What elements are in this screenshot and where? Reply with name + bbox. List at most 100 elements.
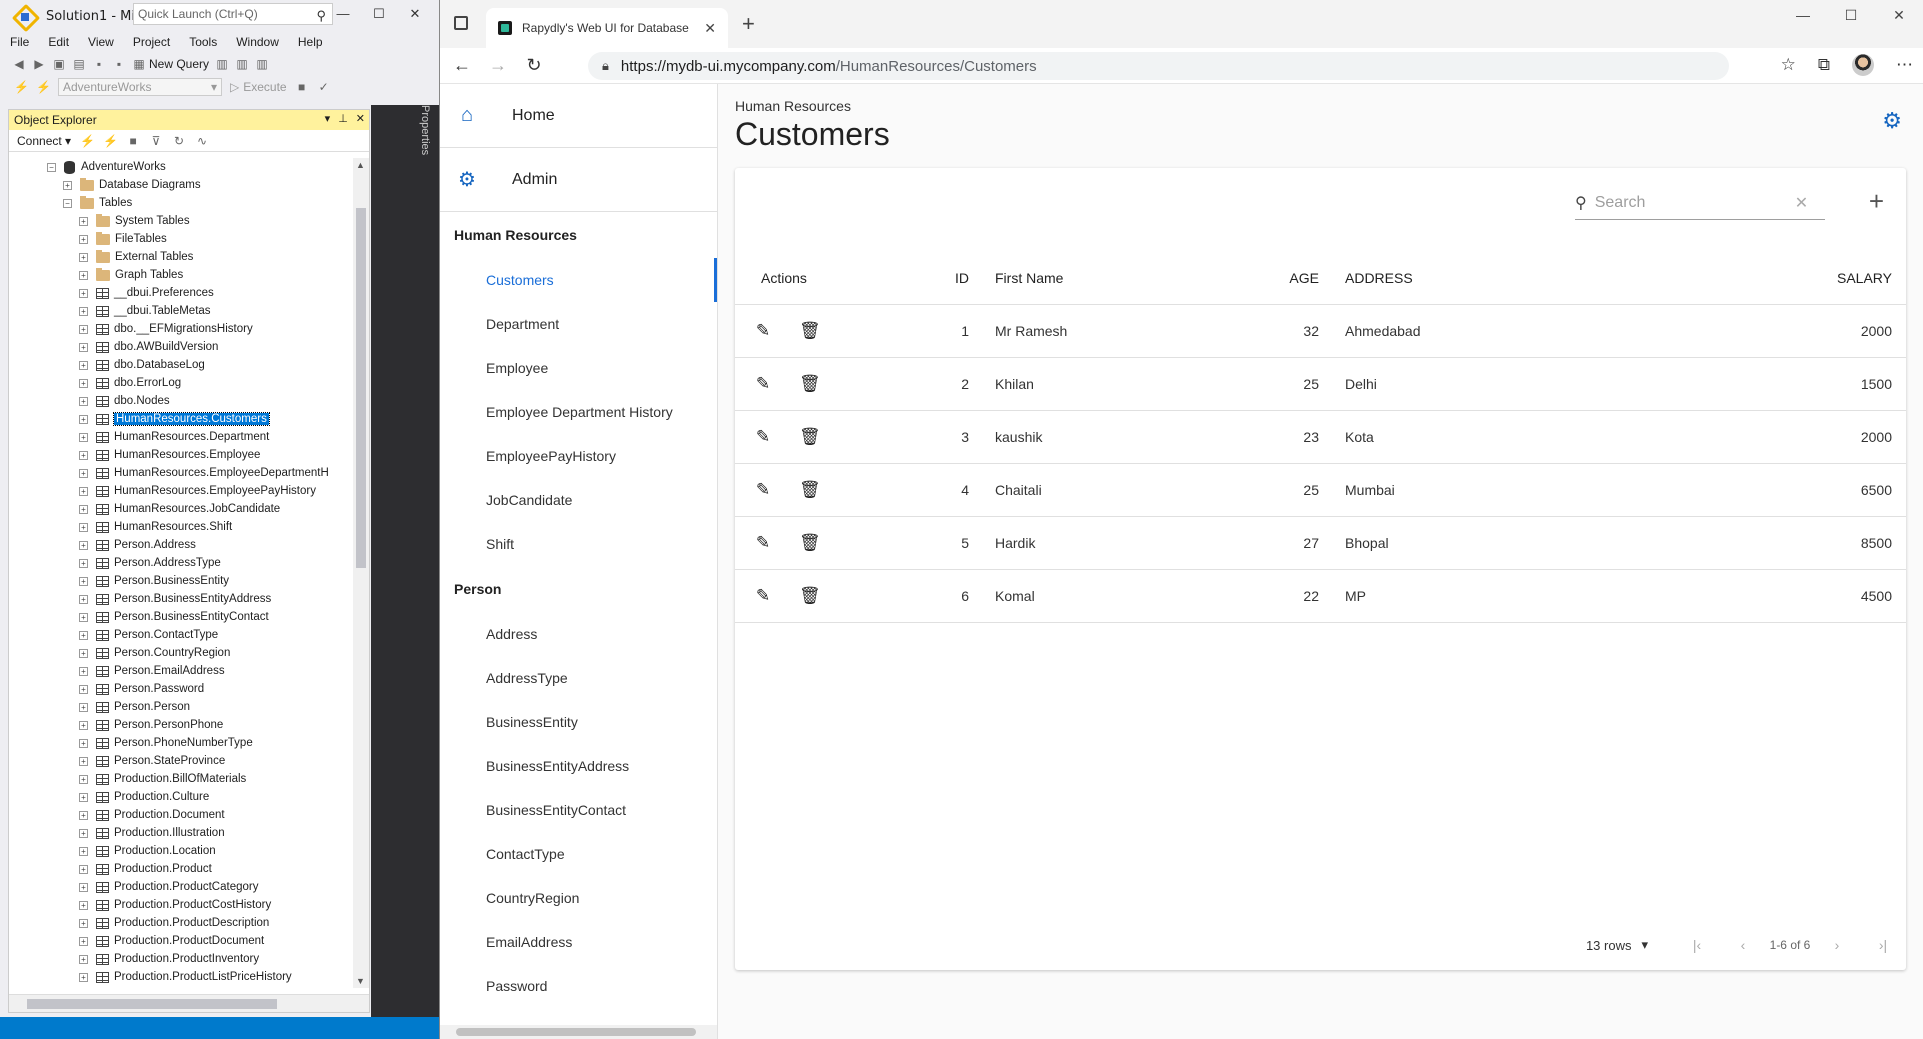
sidebar-item-employee[interactable]: Employee	[440, 346, 717, 390]
expand-toggle-icon[interactable]: −	[47, 162, 56, 172]
column-header-age[interactable]: AGE	[1259, 252, 1319, 305]
new-query-button[interactable]: ▦ New Query	[132, 57, 209, 71]
tree-node[interactable]: + HumanResources.Customers	[9, 410, 353, 428]
tree-node[interactable]: + Person.Person	[9, 698, 353, 716]
expand-toggle-icon[interactable]: +	[79, 666, 88, 676]
tree-node[interactable]: + Person.ContactType	[9, 626, 353, 644]
expand-toggle-icon[interactable]: +	[79, 630, 88, 640]
back-arrow-icon[interactable]: ←	[444, 55, 480, 76]
forward-icon[interactable]: ▶	[32, 57, 46, 71]
expand-toggle-icon[interactable]: +	[79, 432, 88, 442]
maximize-icon[interactable]: ☐	[361, 0, 397, 28]
tree-node[interactable]: + Graph Tables	[9, 266, 353, 284]
expand-toggle-icon[interactable]: +	[79, 378, 88, 388]
save-all-icon[interactable]: ▪	[112, 57, 126, 71]
expand-toggle-icon[interactable]: +	[79, 468, 88, 478]
minimize-icon[interactable]: —	[325, 0, 361, 28]
close-icon[interactable]: ✕	[1875, 0, 1923, 30]
expand-toggle-icon[interactable]: +	[79, 738, 88, 748]
expand-toggle-icon[interactable]: +	[79, 270, 88, 280]
expand-toggle-icon[interactable]: +	[79, 684, 88, 694]
tree-node[interactable]: + Person.CountryRegion	[9, 644, 353, 662]
dmx-query-icon[interactable]: ▥	[235, 57, 249, 71]
tree-node[interactable]: + dbo.AWBuildVersion	[9, 338, 353, 356]
previous-page-icon[interactable]: ‹	[1720, 937, 1766, 953]
expand-toggle-icon[interactable]: +	[79, 522, 88, 532]
delete-trash-icon[interactable]: 🗑︎	[799, 533, 821, 553]
disconnect-icon[interactable]: ⚡	[36, 80, 51, 94]
execute-button[interactable]: ▷ Execute	[230, 80, 287, 94]
expand-toggle-icon[interactable]: +	[79, 720, 88, 730]
expand-toggle-icon[interactable]: +	[79, 288, 88, 298]
parse-check-icon[interactable]: ✓	[317, 80, 331, 94]
tree-node[interactable]: + HumanResources.EmployeePayHistory	[9, 482, 353, 500]
sidebar-item-customers[interactable]: Customers	[440, 258, 717, 302]
delete-trash-icon[interactable]: 🗑︎	[799, 480, 821, 500]
tree-node[interactable]: + HumanResources.Shift	[9, 518, 353, 536]
browser-tab[interactable]: Rapydly's Web UI for Database ✕	[486, 8, 728, 48]
stop-icon[interactable]: ■	[126, 134, 140, 148]
save-icon[interactable]: ▪	[92, 57, 106, 71]
minimize-icon[interactable]: —	[1779, 0, 1827, 30]
expand-toggle-icon[interactable]: +	[79, 216, 88, 226]
expand-toggle-icon[interactable]: +	[63, 180, 72, 190]
expand-toggle-icon[interactable]: +	[79, 324, 88, 334]
mdx-query-icon[interactable]: ▥	[215, 57, 229, 71]
tree-node[interactable]: + Production.ProductInventory	[9, 950, 353, 968]
tree-node[interactable]: + Person.EmailAddress	[9, 662, 353, 680]
tree-node[interactable]: + Person.PhoneNumberType	[9, 734, 353, 752]
sidebar-item-countryregion[interactable]: CountryRegion	[440, 876, 717, 920]
more-menu-icon[interactable]: ⋯	[1896, 55, 1913, 75]
tree-node[interactable]: + __dbui.TableMetas	[9, 302, 353, 320]
new-project-icon[interactable]: ▣	[52, 57, 66, 71]
new-tab-icon[interactable]: +	[742, 11, 755, 37]
favorites-icon[interactable]: ☆	[1781, 55, 1796, 75]
clear-search-icon[interactable]: ✕	[1795, 193, 1808, 213]
tree-node[interactable]: + Person.BusinessEntity	[9, 572, 353, 590]
column-header-first-name[interactable]: First Name	[969, 252, 1259, 305]
close-tab-icon[interactable]: ✕	[704, 20, 716, 37]
sidebar-item-shift[interactable]: Shift	[440, 522, 717, 566]
sidebar-item-contacttype[interactable]: ContactType	[440, 832, 717, 876]
sidebar-item-businessentityaddress[interactable]: BusinessEntityAddress	[440, 744, 717, 788]
edit-pencil-icon[interactable]: ✎	[753, 427, 773, 447]
settings-gear-icon[interactable]: ⚙	[1882, 108, 1902, 134]
sidenav-horizontal-scrollbar[interactable]	[440, 1025, 717, 1039]
next-page-icon[interactable]: ›	[1814, 937, 1860, 953]
tree-node[interactable]: + dbo.DatabaseLog	[9, 356, 353, 374]
tree-node[interactable]: + FileTables	[9, 230, 353, 248]
sidebar-item-employee-department-history[interactable]: Employee Department History	[440, 390, 717, 434]
tree-node[interactable]: + Person.Password	[9, 680, 353, 698]
scroll-thumb[interactable]	[356, 208, 366, 568]
tree-node[interactable]: + dbo.Nodes	[9, 392, 353, 410]
back-icon[interactable]: ◀	[12, 57, 26, 71]
filter-icon[interactable]: ⊽	[149, 134, 163, 148]
expand-toggle-icon[interactable]: +	[79, 882, 88, 892]
add-record-button[interactable]: +	[1869, 188, 1884, 214]
expand-toggle-icon[interactable]: +	[79, 486, 88, 496]
close-icon[interactable]: ✕	[397, 0, 433, 28]
tree-node[interactable]: + HumanResources.EmployeeDepartmentH	[9, 464, 353, 482]
expand-toggle-icon[interactable]: +	[79, 342, 88, 352]
expand-toggle-icon[interactable]: −	[63, 198, 72, 208]
tree-node[interactable]: + External Tables	[9, 248, 353, 266]
lock-icon[interactable]: 🔒︎	[602, 58, 609, 74]
expand-toggle-icon[interactable]: +	[79, 576, 88, 586]
delete-trash-icon[interactable]: 🗑︎	[799, 427, 821, 447]
forward-arrow-icon[interactable]: →	[480, 55, 516, 76]
expand-toggle-icon[interactable]: +	[79, 702, 88, 712]
search-input[interactable]	[1594, 193, 1795, 212]
rows-per-page-select[interactable]: 13 rows ▾	[1586, 937, 1648, 953]
expand-toggle-icon[interactable]: +	[79, 540, 88, 550]
tree-node[interactable]: + Person.StateProvince	[9, 752, 353, 770]
sidebar-item-department[interactable]: Department	[440, 302, 717, 346]
last-page-icon[interactable]: ›|	[1860, 937, 1906, 953]
tree-node[interactable]: + Person.BusinessEntityContact	[9, 608, 353, 626]
expand-toggle-icon[interactable]: +	[79, 954, 88, 964]
tree-node[interactable]: + Production.Location	[9, 842, 353, 860]
expand-toggle-icon[interactable]: +	[79, 252, 88, 262]
expand-toggle-icon[interactable]: +	[79, 396, 88, 406]
tree-node[interactable]: + Production.ProductCostHistory	[9, 896, 353, 914]
close-panel-icon[interactable]: ✕	[356, 112, 365, 125]
expand-toggle-icon[interactable]: +	[79, 648, 88, 658]
